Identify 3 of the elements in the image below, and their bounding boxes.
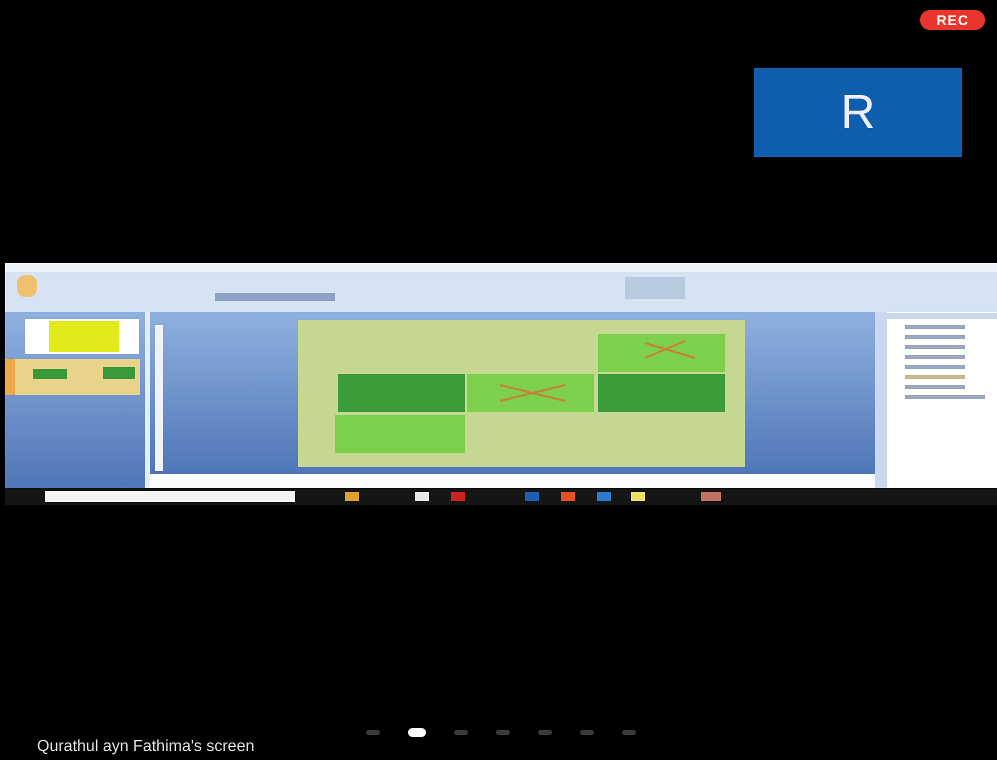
recording-badge: REC bbox=[920, 10, 985, 30]
screen-share-caption: Qurathul ayn Fathima's screen bbox=[37, 738, 254, 756]
participant-avatar: R bbox=[754, 68, 962, 157]
